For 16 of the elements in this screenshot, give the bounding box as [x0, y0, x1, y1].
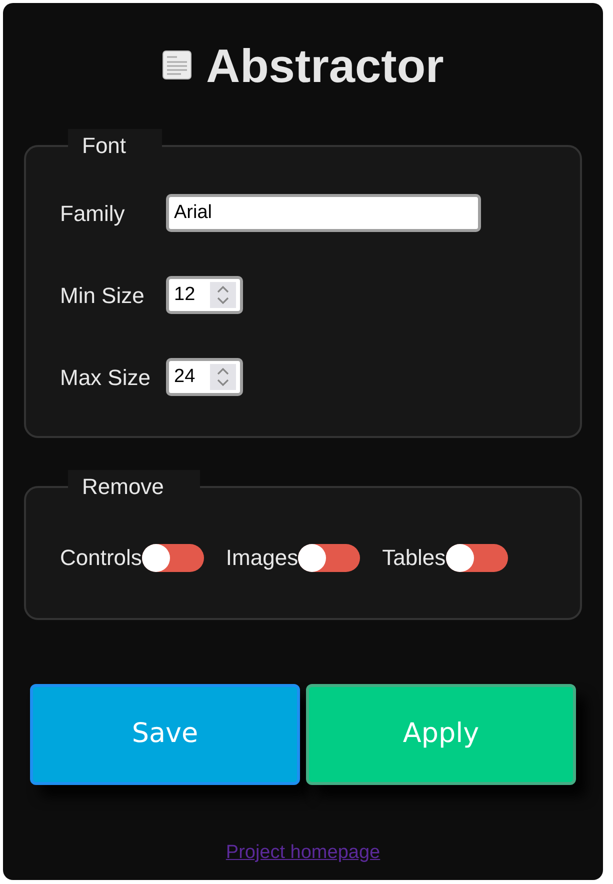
document-icon: [162, 50, 192, 80]
number-field[interactable]: 24: [166, 358, 243, 396]
stepper-icon[interactable]: [210, 364, 236, 390]
toggle-label: Images: [226, 544, 298, 572]
field-label: Min Size: [60, 282, 146, 310]
toggle-switch[interactable]: [298, 544, 360, 572]
toggle-label: Tables: [382, 544, 446, 572]
field-label: Max Size: [60, 364, 152, 392]
field-label: Family: [60, 200, 126, 228]
app-title: Abstractor: [206, 42, 444, 88]
text-field[interactable]: Arial: [166, 194, 481, 232]
toggle-switch[interactable]: [142, 544, 204, 572]
toggle-switch[interactable]: [446, 544, 508, 572]
stepper-icon[interactable]: [210, 282, 236, 308]
number-field[interactable]: 12: [166, 276, 243, 314]
toggle-label: Controls: [60, 544, 142, 572]
